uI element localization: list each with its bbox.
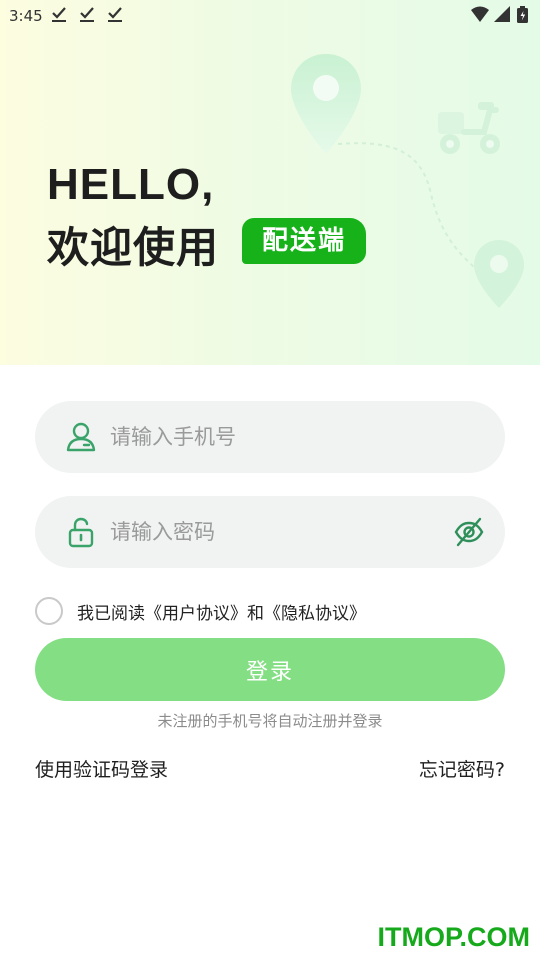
agreement-checkbox[interactable] <box>35 597 63 625</box>
scooter-icon <box>438 102 500 154</box>
check-icon <box>80 7 94 22</box>
check-icon <box>52 7 66 22</box>
password-input[interactable] <box>110 496 440 568</box>
battery-charging-icon <box>517 6 528 23</box>
role-badge: 配送端 <box>242 218 366 264</box>
agreement-text[interactable]: 我已阅读《用户协议》和《隐私协议》 <box>77 599 366 624</box>
status-icons <box>471 6 528 23</box>
sms-login-link[interactable]: 使用验证码登录 <box>35 755 168 782</box>
password-field <box>35 496 505 568</box>
phone-input[interactable] <box>110 401 440 473</box>
wifi-icon <box>471 6 489 22</box>
forgot-password-link[interactable]: 忘记密码? <box>419 755 505 782</box>
welcome-title: 欢迎使用 <box>47 223 220 272</box>
login-button[interactable]: 登录 <box>35 638 505 701</box>
watermark: ITMOP.COM <box>377 922 530 952</box>
status-bar: 3:45 <box>0 0 540 32</box>
status-time: 3:45 <box>9 7 43 25</box>
location-pin-icon <box>474 240 524 308</box>
greeting-title: HELLO, <box>47 160 215 209</box>
user-icon <box>66 422 96 452</box>
check-icon <box>108 7 122 22</box>
eye-off-icon[interactable] <box>453 516 485 548</box>
hero-banner: HELLO, 欢迎使用 配送端 <box>0 0 540 365</box>
signal-icon <box>494 6 510 22</box>
lock-icon <box>68 517 94 548</box>
auto-register-note: 未注册的手机号将自动注册并登录 <box>157 712 383 730</box>
phone-field <box>35 401 505 473</box>
